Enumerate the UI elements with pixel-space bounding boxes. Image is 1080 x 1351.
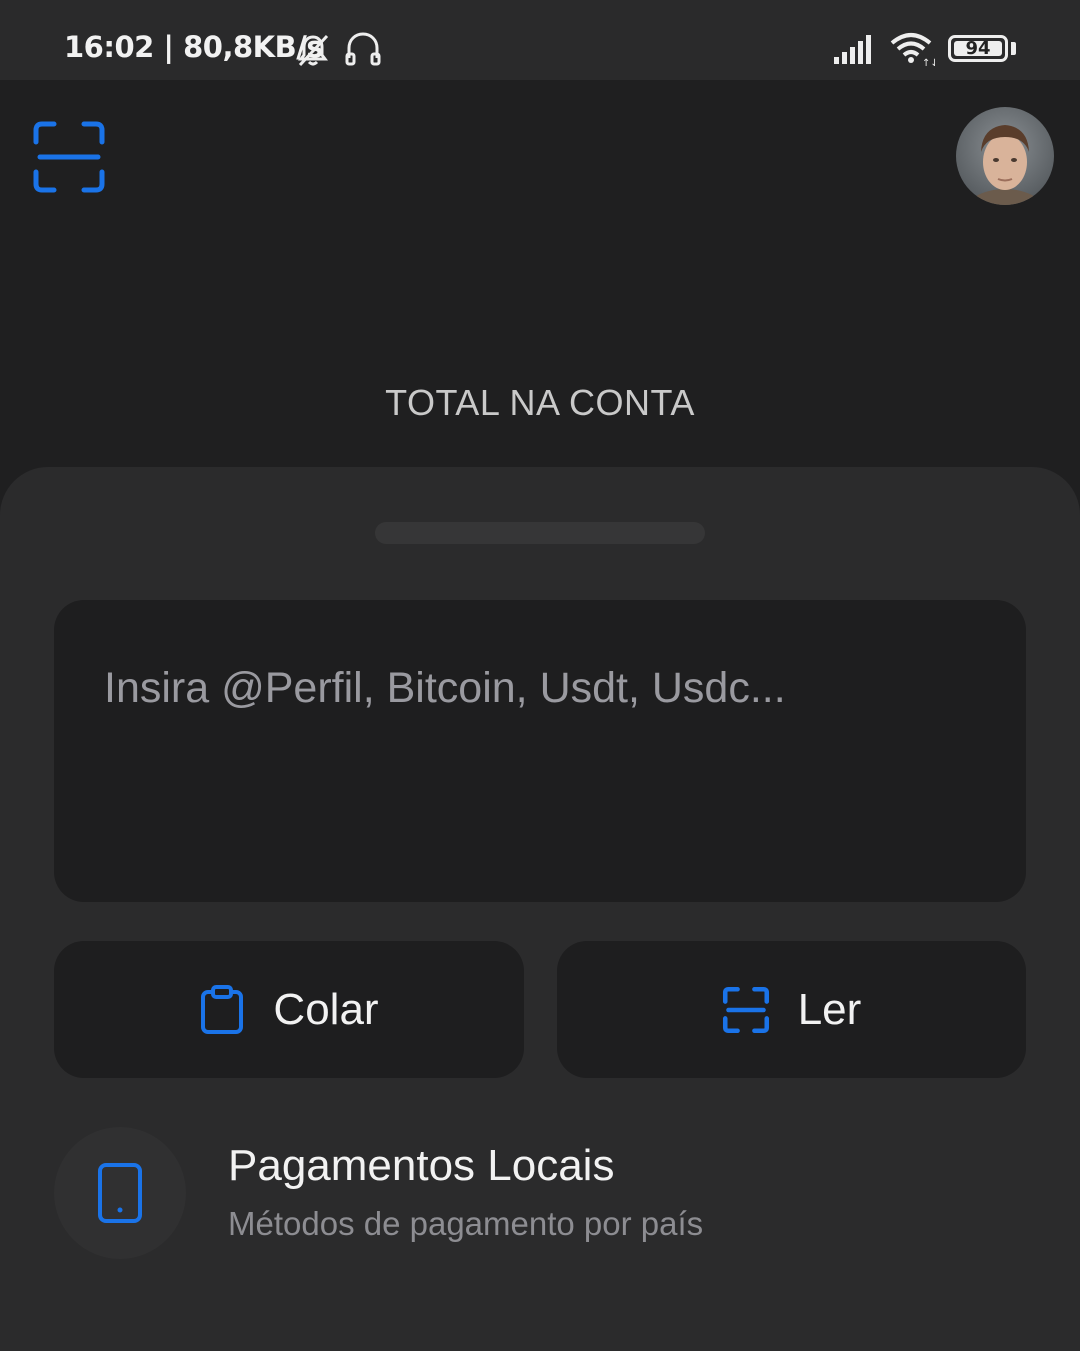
total-label: TOTAL NA CONTA xyxy=(385,382,695,423)
notifications-muted-icon xyxy=(295,32,331,72)
read-label: Ler xyxy=(797,984,862,1034)
profile-avatar[interactable] xyxy=(956,107,1054,205)
scan-icon xyxy=(33,121,105,193)
input-placeholder: Insira @Perfil, Bitcoin, Usdt, Usdc... xyxy=(104,664,786,712)
clipboard-icon xyxy=(201,984,244,1034)
battery-tip xyxy=(1011,42,1016,55)
phone-icon xyxy=(98,1163,142,1223)
scan-icon xyxy=(722,986,769,1033)
read-button[interactable]: Ler xyxy=(557,941,1026,1078)
local-payments-subtitle: Métodos de pagamento por país xyxy=(228,1205,704,1242)
sheet-handle[interactable] xyxy=(375,522,705,544)
paste-button[interactable]: Colar xyxy=(54,941,524,1078)
bottom-sheet: Insira @Perfil, Bitcoin, Usdt, Usdc... C… xyxy=(0,467,1080,1351)
battery-icon: 94 xyxy=(948,35,1008,62)
local-payments-item[interactable]: Pagamentos Locais Métodos de pagamento p… xyxy=(54,1127,1026,1261)
signal-icon xyxy=(832,33,876,69)
recipient-input[interactable]: Insira @Perfil, Bitcoin, Usdt, Usdc... xyxy=(54,600,1026,902)
svg-text:↑↓: ↑↓ xyxy=(922,58,935,68)
status-bar: 16:02 | 80,8KB/s ↑↓ 94 xyxy=(0,0,1080,80)
battery-level: 94 xyxy=(965,38,991,59)
phone-icon-circle xyxy=(54,1127,186,1259)
balance-peek xyxy=(0,434,1080,470)
local-payments-title: Pagamentos Locais xyxy=(228,1141,615,1190)
paste-label: Colar xyxy=(273,984,379,1034)
status-time-speed: 16:02 | 80,8KB/s xyxy=(64,30,324,64)
headset-icon xyxy=(344,30,382,72)
wifi-icon: ↑↓ xyxy=(889,30,939,72)
scan-button[interactable] xyxy=(32,120,106,194)
